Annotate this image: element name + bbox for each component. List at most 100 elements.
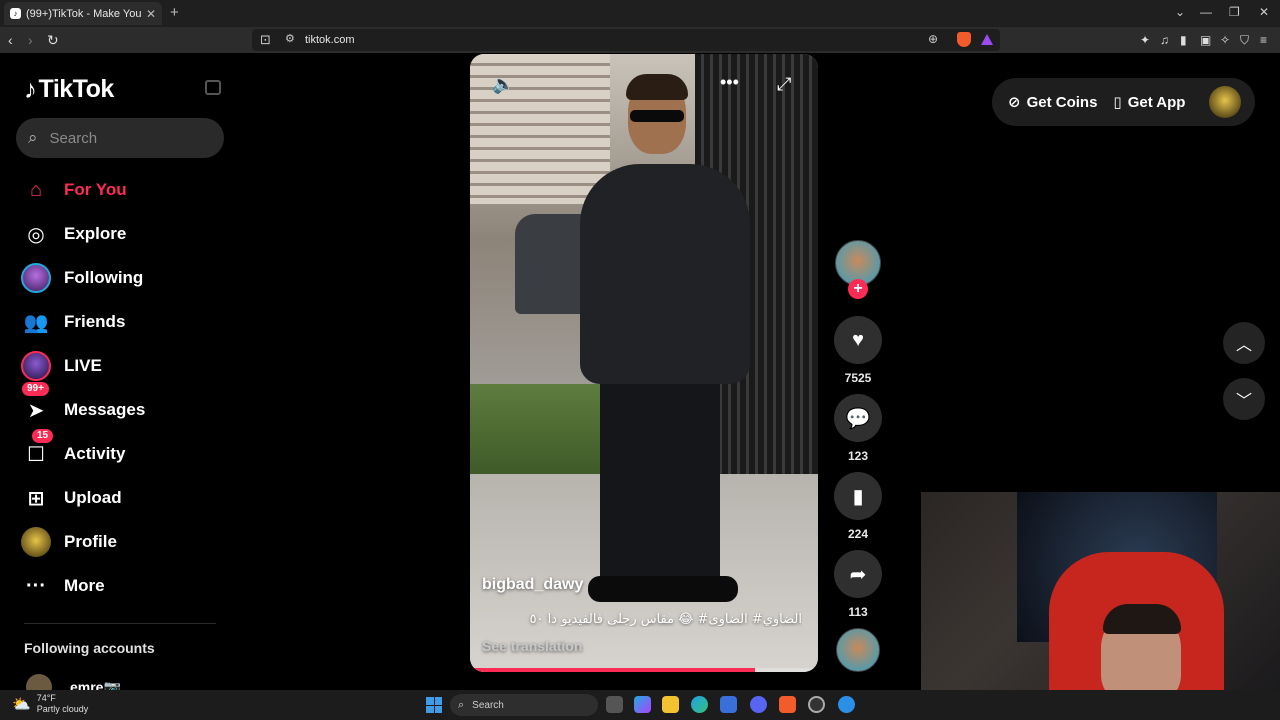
leo-icon[interactable]: ✧ (1220, 33, 1230, 47)
zoom-icon[interactable]: ⊕ (928, 32, 938, 46)
video-caption: الضاوي# الضاوى# 😂 مقاس رجلى فالفيديو دا … (529, 612, 802, 627)
sidebar-item-label: Friends (64, 312, 126, 331)
follow-plus-icon[interactable]: + (848, 279, 868, 299)
search-icon: ⌕ (458, 698, 465, 711)
address-bar[interactable]: ⊡ ⚙ tiktok.com ⊕ (252, 29, 1000, 51)
volume-icon[interactable]: 🔈 (492, 74, 514, 95)
sidebar-item-label: More (64, 576, 105, 595)
user-avatar[interactable] (1209, 86, 1241, 118)
see-translation-button[interactable]: See translation (482, 638, 582, 654)
edge-icon[interactable] (691, 696, 708, 713)
like-count: 7525 (844, 371, 872, 385)
sidebar-icon[interactable]: ▮ (1180, 33, 1187, 47)
chevron-down-icon: ﹀ (1235, 393, 1252, 410)
browser-tab[interactable]: ♪ (99+)TikTok - Make Your Day ✕ (4, 2, 162, 25)
sidebar-item-profile[interactable]: Profile (20, 520, 230, 564)
chevron-up-icon: ︿ (1235, 337, 1252, 354)
messages-badge: 99+ (22, 382, 49, 396)
share-button[interactable]: ➦ (834, 550, 882, 598)
extensions-icon[interactable]: ✦ (1140, 33, 1150, 47)
restore-icon[interactable]: ❐ (1229, 5, 1240, 19)
tiktok-logo[interactable]: ♪ TikTok (24, 74, 114, 105)
windows-taskbar: ⛅ 74°F Partly cloudy ⌕ Search (0, 690, 1280, 720)
windows-start-icon[interactable] (426, 697, 442, 713)
video-username[interactable]: bigbad_dawy (482, 576, 583, 594)
save-count: 224 (847, 527, 869, 541)
following-accounts-title: Following accounts (24, 640, 155, 656)
media-icon[interactable]: ♫ (1160, 33, 1169, 47)
brave-shield-icon[interactable] (957, 32, 971, 47)
compass-icon: ◎ (27, 223, 45, 246)
comment-button[interactable]: 💬 (834, 394, 882, 442)
save-button[interactable]: ▮ (834, 472, 882, 520)
vpn-icon[interactable]: ⛉ (1240, 33, 1249, 48)
bookmark-icon: ▮ (852, 485, 864, 508)
top-actions: ⊘ Get Coins ▯ Get App (992, 78, 1255, 126)
friends-icon: 👥 (23, 311, 49, 334)
video-background-building (470, 54, 610, 204)
site-info-icon[interactable]: ⚙ (285, 32, 295, 45)
sidebar-item-for-you[interactable]: ⌂ For You (20, 168, 230, 212)
sidebar-item-label: Activity (64, 444, 126, 463)
chevron-down-icon[interactable]: ⌄ (1175, 5, 1185, 19)
sidebar-item-friends[interactable]: 👥 Friends (20, 300, 230, 344)
next-video-button[interactable]: ﹀ (1223, 378, 1265, 420)
sidebar-item-upload[interactable]: ⊞ Upload (20, 476, 230, 520)
forward-icon[interactable]: › (28, 32, 33, 48)
browser-tabbar: ♪ (99+)TikTok - Make Your Day ✕ + ⌄ — ❐ … (0, 0, 1280, 27)
sidebar-item-following[interactable]: Following (20, 256, 230, 300)
store-icon[interactable] (720, 696, 737, 713)
collapse-sidebar-icon[interactable] (205, 80, 221, 95)
more-options-icon[interactable]: ••• (720, 72, 739, 93)
avatar (21, 263, 51, 293)
following-avatar-icon (20, 262, 52, 294)
discord-icon[interactable] (750, 696, 767, 713)
sidebar-item-messages[interactable]: ➤ Messages 99+ (20, 382, 230, 432)
upload-icon: ⊞ (27, 487, 45, 510)
steam-icon[interactable] (808, 696, 825, 713)
minimize-icon[interactable]: — (1200, 5, 1212, 19)
task-view-icon[interactable] (606, 696, 623, 713)
like-button[interactable]: ♥ (834, 316, 882, 364)
app-icon[interactable] (838, 696, 855, 713)
taskbar-search[interactable]: ⌕ Search (450, 694, 598, 716)
sidebar-item-live[interactable]: LIVE (20, 344, 230, 388)
search-input[interactable] (49, 129, 200, 147)
avatar (21, 351, 51, 381)
sound-avatar[interactable] (836, 628, 880, 672)
video-progress-bar[interactable] (470, 668, 818, 672)
url-text[interactable]: tiktok.com (305, 34, 355, 46)
weather-widget[interactable]: ⛅ 74°F Partly cloudy (12, 693, 88, 715)
widgets-icon[interactable] (634, 696, 651, 713)
menu-icon[interactable]: ≡ (1260, 33, 1267, 47)
video-player[interactable]: 🔈 ••• ⤢ bigbad_dawy الضاوي# الضاوى# 😂 مق… (470, 54, 818, 672)
live-avatar-icon (20, 350, 52, 382)
video-person-sunglasses (630, 110, 684, 122)
search-box[interactable]: ⌕ (16, 118, 224, 158)
previous-video-button[interactable]: ︿ (1223, 322, 1265, 364)
reload-icon[interactable]: ↻ (47, 32, 59, 49)
comment-icon: 💬 (845, 407, 871, 430)
close-window-icon[interactable]: ✕ (1259, 5, 1269, 19)
tab-title: (99+)TikTok - Make Your Day (26, 7, 142, 20)
divider (24, 623, 216, 624)
share-count: 113 (848, 605, 868, 619)
video-person-shoes (588, 576, 738, 602)
video-person-body (580, 164, 750, 384)
sidebar-item-explore[interactable]: ◎ Explore (20, 212, 230, 256)
sidebar-item-activity[interactable]: ☐ Activity 15 (20, 429, 230, 476)
bookmark-icon[interactable]: ⊡ (260, 32, 271, 48)
brave-icon[interactable] (779, 696, 796, 713)
brave-rewards-icon[interactable] (981, 34, 993, 45)
sidebar-item-label: LIVE (64, 356, 102, 375)
fullscreen-icon[interactable]: ⤢ (777, 74, 791, 95)
close-icon[interactable]: ✕ (146, 7, 156, 21)
new-tab-icon[interactable]: + (170, 4, 179, 21)
wallet-icon[interactable]: ▣ (1200, 33, 1211, 47)
back-icon[interactable]: ‹ (8, 32, 13, 48)
file-explorer-icon[interactable] (662, 696, 679, 713)
get-app-button[interactable]: ▯ Get App (1113, 93, 1185, 112)
get-coins-button[interactable]: ⊘ Get Coins (1008, 93, 1097, 112)
sidebar-item-more[interactable]: ··· More (20, 564, 230, 608)
sidebar-item-label: Following (64, 268, 144, 287)
